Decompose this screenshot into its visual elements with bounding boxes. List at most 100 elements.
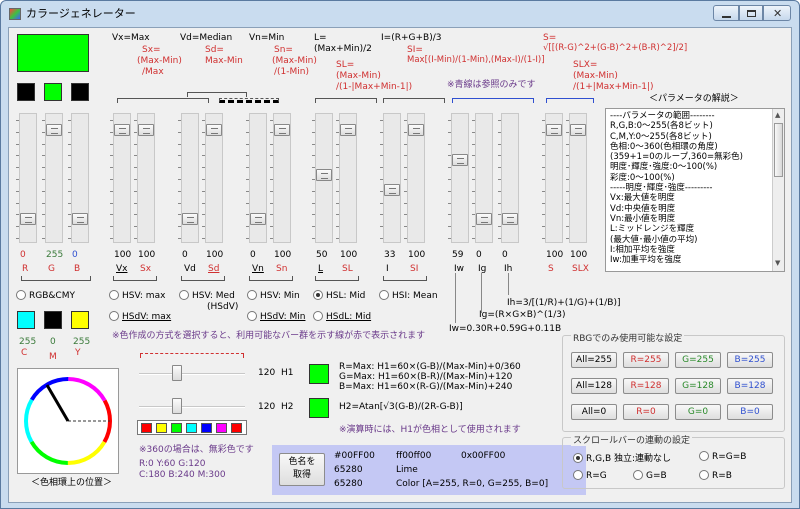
- sn-scrollbar-thumb[interactable]: [274, 124, 290, 136]
- scale-tick: [472, 167, 475, 169]
- preset-button[interactable]: B=0: [727, 404, 773, 420]
- sync-rgb[interactable]: R=G=B: [699, 451, 746, 462]
- h1-value: 120: [258, 368, 276, 378]
- hex-html: #00FF00: [334, 451, 375, 461]
- i-scrollbar[interactable]: [380, 113, 401, 243]
- si-scrollbar-thumb[interactable]: [408, 124, 424, 136]
- sd-scrollbar-thumb[interactable]: [206, 124, 222, 136]
- h1-slider-track[interactable]: [139, 373, 245, 375]
- h2-slider-thumb[interactable]: [172, 398, 182, 414]
- preset-button[interactable]: G=255: [675, 352, 721, 368]
- mode-hsv-max[interactable]: HSV: max: [109, 290, 165, 301]
- r-scrollbar-thumb[interactable]: [20, 213, 36, 225]
- mode-hsdv-min[interactable]: HSdV: Min: [247, 311, 305, 322]
- maximize-button[interactable]: [739, 5, 763, 21]
- vd-scrollbar-thumb[interactable]: [182, 213, 198, 225]
- preset-button[interactable]: G=0: [675, 404, 721, 420]
- h1-slider-thumb[interactable]: [172, 365, 182, 381]
- hue-palette: [137, 420, 247, 435]
- mode-hsl-mid[interactable]: HSL: Mid: [313, 290, 365, 301]
- param-list-scrollbar[interactable]: ▲ ▼: [772, 109, 784, 271]
- scale-tick: [380, 155, 383, 157]
- scale-tick: [246, 238, 249, 239]
- param-list[interactable]: ----パラメータの範囲-------- R,G,B:0～255(各8ビット) C,…: [605, 108, 785, 272]
- mode-rgbcmy[interactable]: RGB&CMY: [16, 290, 75, 301]
- sync-rb[interactable]: R=B: [699, 470, 732, 481]
- vx-scrollbar[interactable]: [110, 113, 131, 243]
- scroll-thumb[interactable]: [774, 123, 783, 177]
- mode-hsv-min[interactable]: HSV: Min: [247, 290, 300, 301]
- preset-button[interactable]: R=255: [623, 352, 669, 368]
- group-bracket-vd: [187, 92, 247, 97]
- mode-label: HSV: max: [122, 291, 166, 301]
- sync-label: R=G: [586, 471, 607, 481]
- slx-scrollbar[interactable]: [566, 113, 587, 243]
- sd-formula-2: Max-Min: [205, 56, 243, 66]
- preset-button[interactable]: All=0: [571, 404, 617, 420]
- close-button[interactable]: ✕: [763, 5, 791, 21]
- sx-scrollbar[interactable]: [134, 113, 155, 243]
- preset-button[interactable]: B=255: [727, 352, 773, 368]
- ih-scrollbar[interactable]: [498, 113, 519, 243]
- i-scrollbar-thumb[interactable]: [384, 184, 400, 196]
- preset-button[interactable]: R=128: [623, 378, 669, 394]
- iw-scrollbar[interactable]: [448, 113, 469, 243]
- scale-tick: [16, 214, 19, 216]
- mode-hsi-mean[interactable]: HSI: Mean: [379, 290, 438, 301]
- get-color-name-button[interactable]: 色名を 取得: [279, 453, 325, 486]
- param-list-item: (最大値･最小値の平均): [610, 234, 698, 245]
- scale-tick: [68, 155, 71, 157]
- ih-value: 0: [502, 250, 508, 260]
- vn-scrollbar-thumb[interactable]: [250, 213, 266, 225]
- iw-scrollbar-thumb[interactable]: [452, 154, 468, 166]
- sync-independent[interactable]: R,G,B 独立:連動なし: [573, 451, 671, 464]
- scroll-down-icon[interactable]: ▼: [775, 259, 780, 267]
- minimize-button[interactable]: [713, 5, 739, 21]
- sl-scrollbar-thumb[interactable]: [340, 124, 356, 136]
- hex-argb: ff00ff00: [396, 451, 432, 461]
- preset-button[interactable]: G=128: [675, 378, 721, 394]
- param-list-item: Vd:中央値を明度: [610, 203, 676, 214]
- vx-scrollbar-thumb[interactable]: [114, 124, 130, 136]
- sync-rg[interactable]: R=G: [573, 470, 607, 481]
- s-formula-1: S=: [543, 33, 557, 43]
- mode-hsv-med[interactable]: HSV: Med: [179, 290, 235, 301]
- scale-tick: [448, 214, 451, 216]
- sd-scrollbar[interactable]: [202, 113, 223, 243]
- sx-scrollbar-thumb[interactable]: [138, 124, 154, 136]
- preset-button[interactable]: All=128: [571, 378, 617, 394]
- s-scrollbar-thumb[interactable]: [546, 124, 562, 136]
- mode-label: HSI: Mean: [392, 291, 438, 301]
- g-scrollbar-thumb[interactable]: [46, 124, 62, 136]
- iw-line: [455, 273, 456, 323]
- slx-scrollbar-thumb[interactable]: [570, 124, 586, 136]
- si-scrollbar[interactable]: [404, 113, 425, 243]
- scale-tick: [270, 131, 273, 133]
- vn-scrollbar[interactable]: [246, 113, 267, 243]
- l-scrollbar[interactable]: [312, 113, 333, 243]
- vd-scrollbar[interactable]: [178, 113, 199, 243]
- b-scrollbar[interactable]: [68, 113, 89, 243]
- mode-hsdl-mid[interactable]: HSdL: Mid: [313, 311, 371, 322]
- minimize-icon: [722, 16, 731, 18]
- preset-button[interactable]: All=255: [571, 352, 617, 368]
- ig-scrollbar-thumb[interactable]: [476, 213, 492, 225]
- sl-formula-1: SL=: [336, 60, 355, 70]
- g-scrollbar[interactable]: [42, 113, 63, 243]
- scale-tick: [68, 190, 71, 192]
- sl-scrollbar[interactable]: [336, 113, 357, 243]
- preset-button[interactable]: R=0: [623, 404, 669, 420]
- mode-hsdv-max[interactable]: HSdV: max: [109, 311, 171, 322]
- b-scrollbar-thumb[interactable]: [72, 213, 88, 225]
- sn-scrollbar[interactable]: [270, 113, 291, 243]
- r-scrollbar[interactable]: [16, 113, 37, 243]
- scale-tick: [270, 143, 273, 145]
- l-scrollbar-thumb[interactable]: [316, 169, 332, 181]
- ig-scrollbar[interactable]: [472, 113, 493, 243]
- scroll-up-icon[interactable]: ▲: [775, 111, 780, 119]
- s-scrollbar[interactable]: [542, 113, 563, 243]
- preset-button[interactable]: B=128: [727, 378, 773, 394]
- h2-slider-track[interactable]: [139, 406, 245, 408]
- sync-gb[interactable]: G=B: [633, 470, 667, 481]
- ih-scrollbar-thumb[interactable]: [502, 213, 518, 225]
